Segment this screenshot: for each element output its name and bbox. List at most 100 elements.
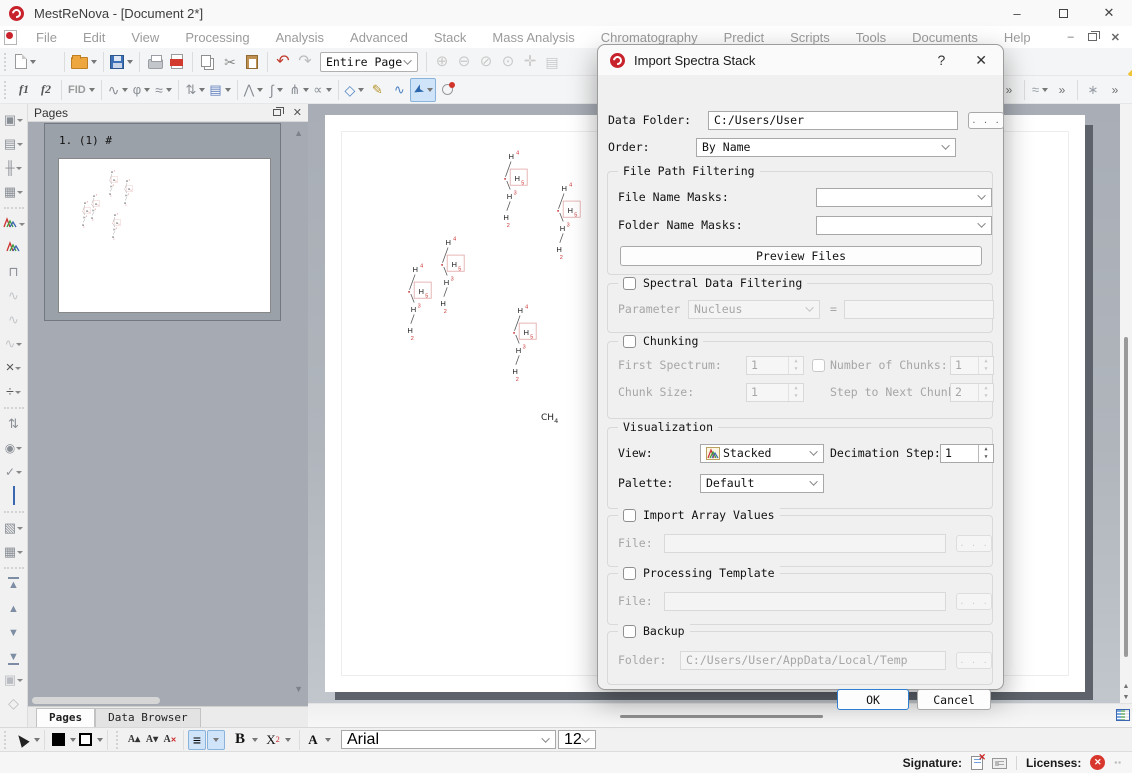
order-combo[interactable]: By Name [696,138,956,157]
font-size-combo[interactable]: 12 [558,730,596,749]
f1-button[interactable]: f1 [13,78,35,102]
align-dropdown[interactable] [207,730,225,750]
zoom-out-icon[interactable]: ⊖ [453,50,475,74]
tab-pages[interactable]: Pages [36,708,95,727]
show-hide-icon[interactable]: ◉ [0,436,28,460]
template-file-browse-button[interactable]: . . . [956,593,992,610]
font-color-dropdown[interactable] [325,738,331,742]
font-color-button[interactable]: A [304,730,322,750]
clear-format-button[interactable]: A✕ [161,730,179,750]
mdi-restore-button[interactable] [1088,33,1097,41]
integration-icon[interactable]: ∫ [265,78,287,102]
arrange-objects-icon[interactable]: ▣ [4,111,16,129]
window-close-button[interactable]: ✕ [1086,0,1132,26]
folder-name-masks-combo[interactable] [816,216,992,235]
undo-icon[interactable]: ↶ [272,50,294,74]
dropdown-arrow-icon[interactable] [89,88,95,92]
zoom-reset-icon[interactable]: ⊘ [475,50,497,74]
export-pdf-icon[interactable] [166,50,188,74]
scroll-up-button[interactable]: ▲ [1120,681,1132,692]
scroll-down-button[interactable]: ▼ [1120,692,1132,703]
phase-correction-icon[interactable]: φ [130,78,152,102]
new-page-icon[interactable] [38,50,60,74]
multiplet-analysis-icon[interactable]: ⋔ [287,78,311,102]
arithmetic-icon[interactable]: ÷ [0,380,28,404]
molecule-structure[interactable]: H4H5H3H2 [509,301,543,388]
file-name-masks-combo[interactable] [816,188,992,207]
menu-edit[interactable]: Edit [70,26,118,48]
template-file-input[interactable] [664,592,946,611]
reference-icon[interactable]: ⇅ [183,78,207,102]
apply-processing-icon[interactable]: ✓ [5,463,15,481]
parameters-icon[interactable]: ▤ [207,78,232,102]
processing-template-checkbox[interactable] [623,567,636,580]
move-up-icon[interactable]: ▲ [0,596,28,620]
shrink-font-button[interactable]: A▾ [143,730,161,750]
first-spectrum-spinner[interactable]: 1▲▼ [746,356,804,375]
subscript-button[interactable]: X2 [264,730,282,750]
nucleus-3d-icon[interactable]: ▣ [4,671,16,689]
distribute-objects-icon[interactable]: ╫ [0,156,28,180]
align-objects-icon[interactable]: ▤ [4,135,16,153]
superimpose-icon[interactable]: ∿ [8,287,19,305]
align-button[interactable]: ≡ [188,730,206,750]
document-menu-icon[interactable] [4,30,17,45]
layout-table-icon[interactable]: ▦ [4,543,16,561]
delete-spectrum-icon[interactable]: × [6,359,15,377]
dropdown-arrow-icon[interactable] [17,191,23,194]
overflow-chevron[interactable]: » [1051,78,1073,102]
compound-icon[interactable]: ◇ [343,78,367,102]
dropdown-arrow-icon[interactable] [91,60,97,64]
menu-mass-analysis[interactable]: Mass Analysis [479,26,587,48]
cancel-button[interactable]: Cancel [917,689,991,710]
move-down-icon[interactable]: ▼ [0,620,28,644]
copy-icon[interactable] [197,50,219,74]
stroke-color-dropdown[interactable] [97,738,103,742]
print-icon[interactable] [144,50,166,74]
dropdown-arrow-icon[interactable] [16,447,22,450]
stacked-plot-icon[interactable] [0,236,28,260]
menu-view[interactable]: View [118,26,172,48]
panel-hscroll-thumb[interactable] [32,697,160,704]
molecule-formula-label[interactable]: CH4 [541,413,558,425]
move-to-top-icon[interactable]: ▲ [0,572,28,596]
horizontal-scrollbar[interactable] [308,703,1132,727]
dropdown-arrow-icon[interactable] [326,88,332,92]
array-file-browse-button[interactable]: . . . [956,535,992,552]
dropdown-arrow-icon[interactable] [30,60,36,64]
move-to-bottom-icon[interactable]: ▼ [0,644,28,668]
dropdown-arrow-icon[interactable] [257,88,263,92]
dropdown-arrow-icon[interactable] [303,88,309,92]
overlay-icon[interactable]: ∿ [0,308,28,332]
image-tool-icon[interactable]: ▧ [4,519,16,537]
horizontal-scrollbar-thumb[interactable] [620,715,823,718]
page-thumbnail-preview[interactable]: H4H5H3H2H4H5H3H2H4H5H3H2H4H5H3H2H4H5H3H2 [58,158,271,313]
vertical-scrollbar[interactable] [1120,104,1132,703]
signature-certificate-icon[interactable] [992,758,1007,769]
cut-icon[interactable]: ✂ [219,50,241,74]
cube-3d-icon[interactable]: ◇ [8,695,19,713]
image-tool-icon[interactable]: ▧ [0,516,28,540]
backup-folder-browse-button[interactable]: . . . [956,652,992,669]
molecule-structure[interactable]: H4H5H3H2 [553,179,587,266]
preview-files-button[interactable]: Preview Files [620,246,982,266]
move-down-icon[interactable]: ▼ [8,623,19,641]
resize-objects-icon[interactable]: ▦ [0,180,28,204]
vertical-scrollbar-thumb[interactable] [1124,337,1128,657]
arithmetic-icon[interactable]: ÷ [6,383,14,401]
dropdown-arrow-icon[interactable] [16,343,22,346]
overflow-chevron[interactable]: » [1104,78,1126,102]
page-zoom-combo[interactable]: Entire Page [320,52,418,72]
panel-close-icon[interactable]: ✕ [293,106,302,119]
stack-mode-icon[interactable]: ∿ [5,335,16,353]
pointer-tool-button[interactable] [13,730,31,750]
stacked-view-icon[interactable] [0,212,28,236]
assignments-icon[interactable]: ∝ [311,78,333,102]
dropdown-arrow-icon[interactable] [358,88,364,92]
dropdown-arrow-icon[interactable] [166,88,172,92]
move-to-top-icon[interactable]: ▲ [8,575,19,593]
pointer-dropdown[interactable] [34,738,40,742]
panel-float-icon[interactable] [273,109,281,116]
panel-scroll-down-icon[interactable]: ▼ [294,684,303,694]
subscript-dropdown[interactable] [285,738,291,742]
